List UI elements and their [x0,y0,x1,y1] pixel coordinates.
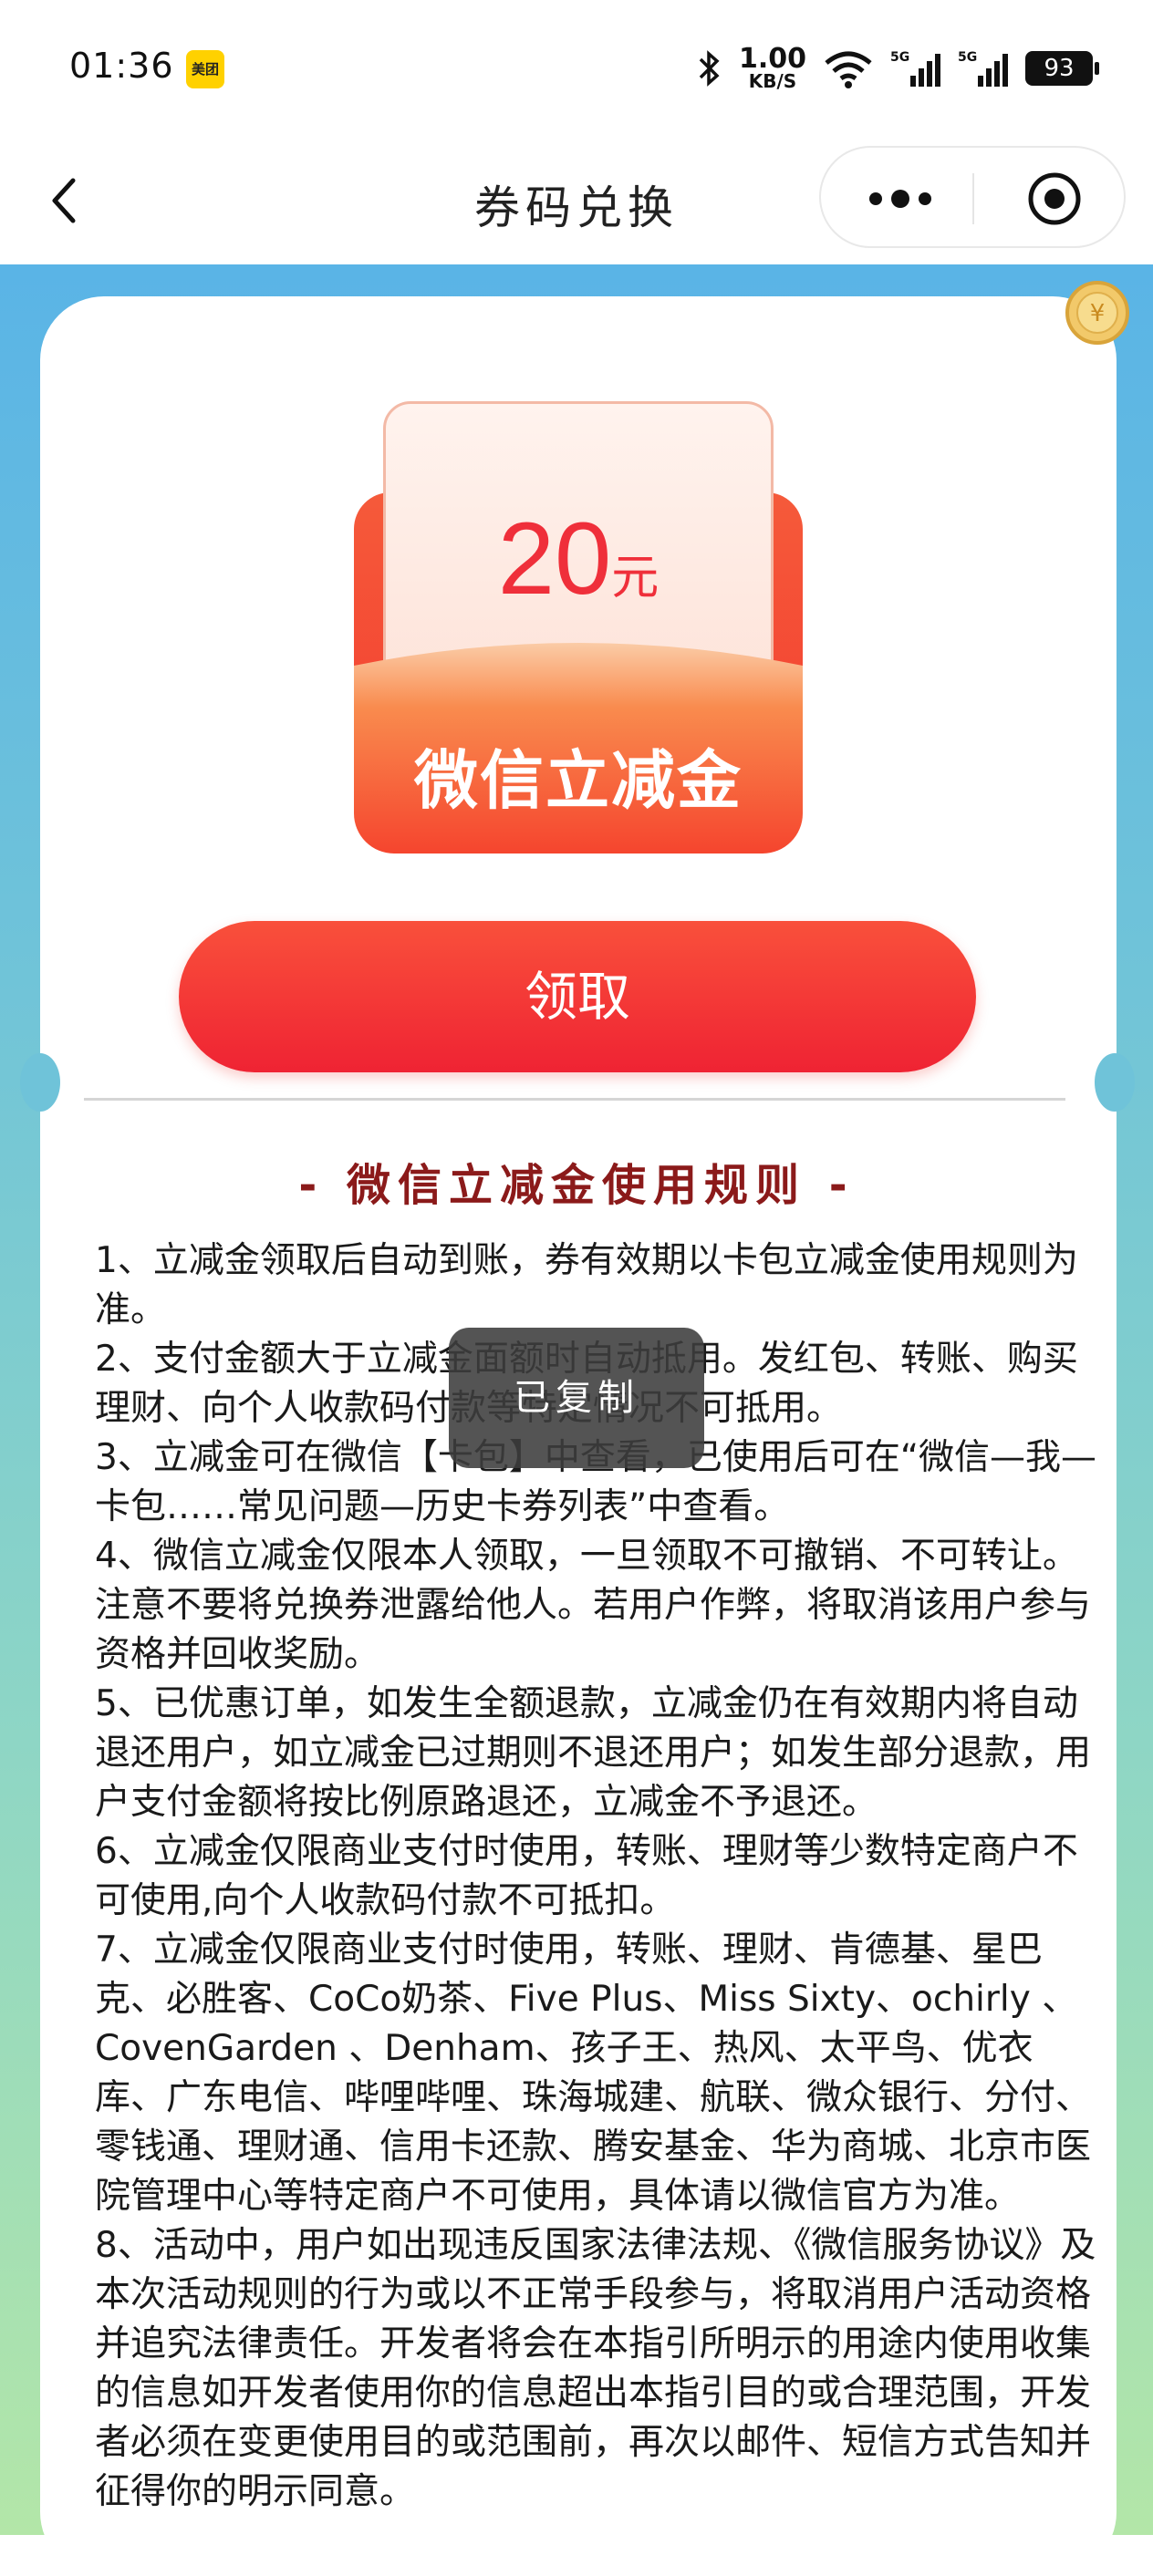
more-icon[interactable] [859,173,941,224]
svg-text:¥: ¥ [1090,300,1106,327]
meituan-badge-icon: 美团 [186,50,224,88]
svg-text:5G: 5G [958,50,977,65]
network-speed: 1.00 KB/S [738,43,806,92]
claim-button[interactable]: 领取 [179,921,976,1072]
bluetooth-icon [699,50,720,87]
status-bar: 01:36 美团 1.00 KB/S 5G 5G 93 [0,0,1153,137]
battery-icon: 93 [1025,51,1099,86]
divider-line [84,1098,1065,1101]
rule-item: 7、立减金仅限商业支付时使用，转账、理财、肯德基、星巴克、必胜客、CoCo奶茶、… [95,1929,1092,2217]
status-time: 01:36 [69,46,174,86]
rule-item: 4、微信立减金仅限本人领取，一旦领取不可撤销、不可转让。注意不要将兑换券泄露给他… [95,1536,1092,1675]
rule-item: 8、活动中，用户如出现违反国家法律法规、《微信服务协议》及本次活动规则的行为或以… [95,2225,1096,2512]
card-notch-right [1095,1053,1135,1112]
coupon-amount: 20元 [354,500,803,617]
status-right: 1.00 KB/S 5G 5G 93 [695,43,1099,92]
svg-text:5G: 5G [890,50,909,65]
coupon-envelope: 20元 微信立减金 [354,401,803,853]
copied-toast: 已复制 [449,1328,704,1468]
signal-5g-icon-2: 5G [958,50,1008,87]
nav-bar: 券码兑换 [0,137,1153,264]
target-icon[interactable] [1025,170,1084,228]
coupon-amount-unit: 元 [611,552,660,605]
signal-5g-icon: 5G [890,50,940,87]
capsule-divider [972,173,974,224]
card-notch-left [20,1053,60,1112]
rule-item: 6、立减金仅限商业支付时使用，转账、理财等少数特定商户不可使用,向个人收款码付款… [95,1831,1078,1921]
wifi-icon [825,51,872,88]
coin-icon: ¥ [1065,281,1129,345]
rules-title: - 微信立减金使用规则 - [298,1160,855,1211]
miniprogram-capsule [819,146,1126,248]
coupon-amount-value: 20 [497,502,612,616]
coupon-label: 微信立减金 [414,743,743,818]
rule-item: 1、立减金领取后自动到账，券有效期以卡包立减金使用规则为准。 [95,1240,1078,1330]
rule-item: 5、已优惠订单，如发生全额退款，立减金仍在有效期内将自动退还用户，如立减金已过期… [95,1683,1092,1823]
